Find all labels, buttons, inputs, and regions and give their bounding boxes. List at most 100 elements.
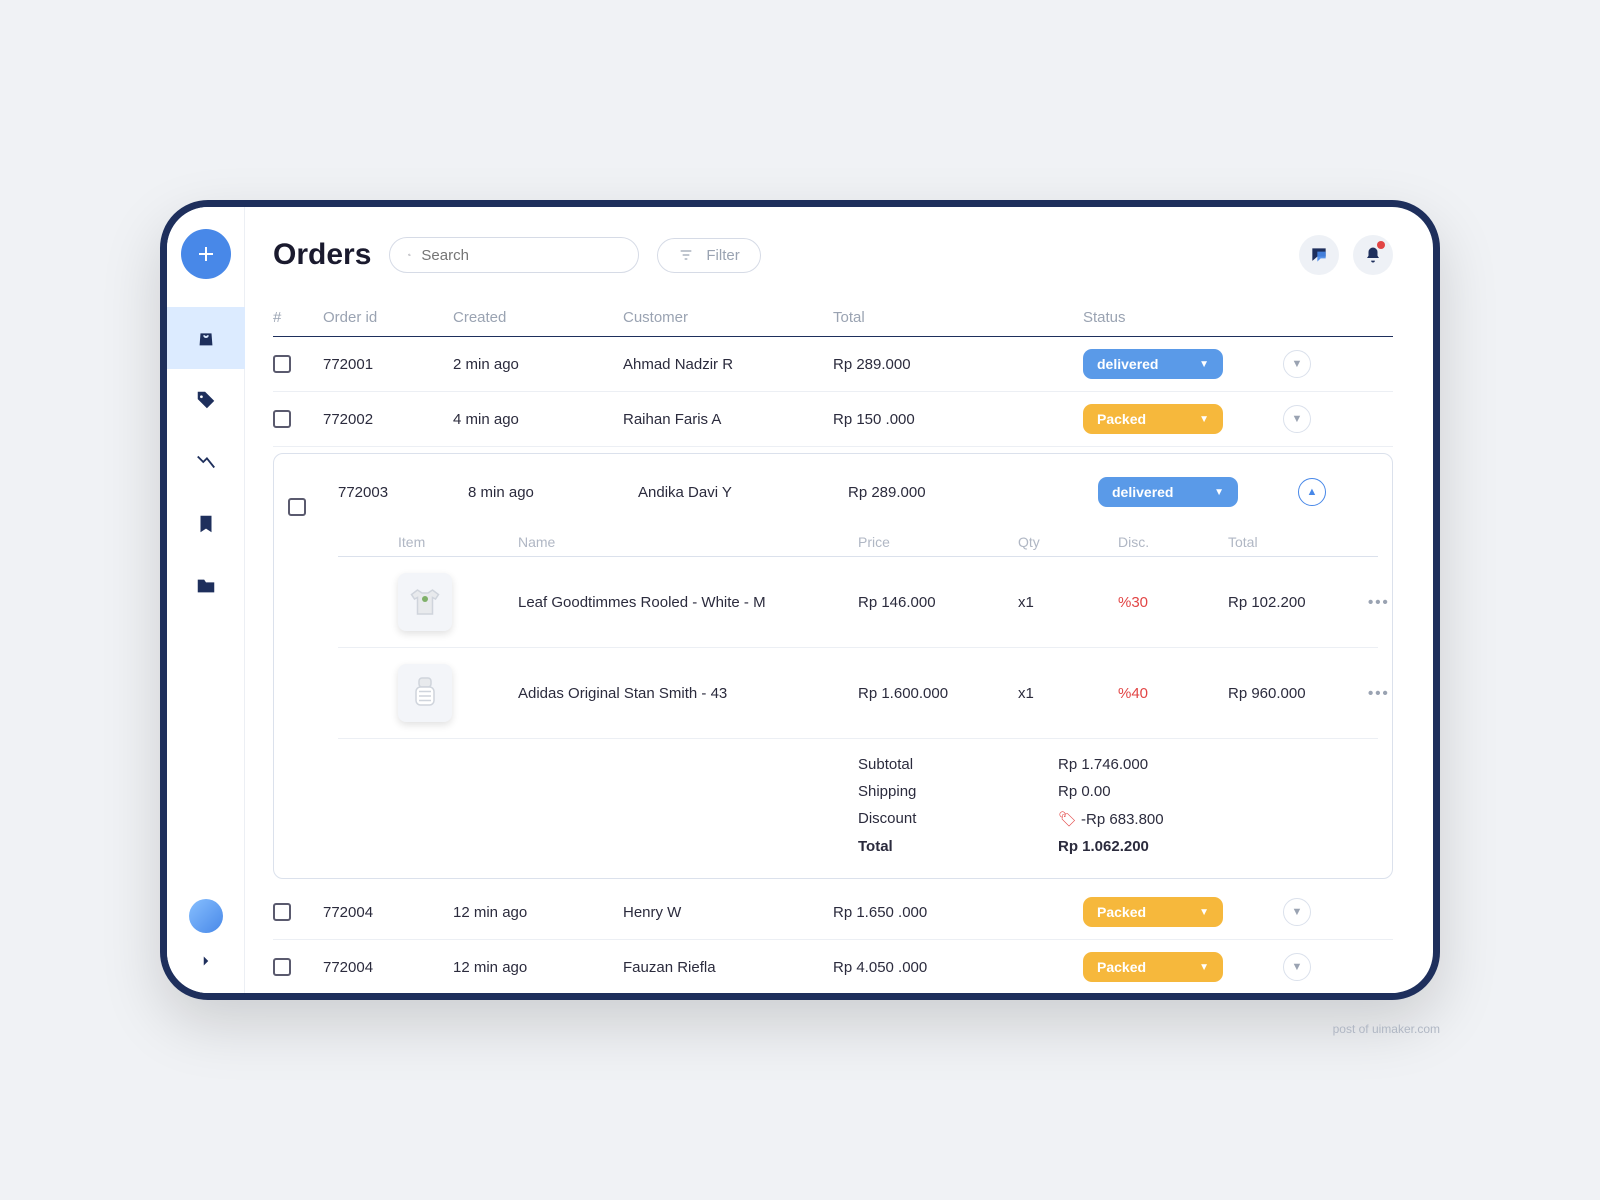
notification-dot-icon: [1377, 241, 1385, 249]
col-created: Created: [453, 309, 623, 326]
discount-tag-icon: 🏷: [1058, 810, 1077, 828]
order-id: 772004: [323, 959, 453, 976]
order-id: 772002: [323, 411, 453, 428]
chevron-down-icon: ▼: [1199, 359, 1209, 370]
expand-row-button[interactable]: ▼: [1283, 405, 1311, 433]
status-pill[interactable]: Packed▼: [1083, 404, 1223, 434]
discount-label: Discount: [858, 810, 1058, 828]
avatar[interactable]: [189, 899, 223, 933]
order-created: 12 min ago: [453, 959, 623, 976]
status-pill[interactable]: delivered▼: [1098, 477, 1238, 507]
col-checkbox: #: [273, 309, 323, 326]
subtotal-value: Rp 1.746.000: [1058, 756, 1258, 773]
chevron-down-icon: ▼: [1214, 487, 1224, 498]
table-header: # Order id Created Customer Total Status: [273, 299, 1393, 337]
order-created: 2 min ago: [453, 356, 623, 373]
expanded-order: 772003 8 min ago Andika Davi Y Rp 289.00…: [273, 453, 1393, 879]
expand-row-button[interactable]: ▼: [1283, 953, 1311, 981]
item-total: Rp 960.000: [1228, 685, 1368, 702]
watermark: post of uimaker.com: [1333, 1022, 1440, 1036]
row-checkbox[interactable]: [273, 903, 291, 921]
collapse-row-button[interactable]: ▲: [1298, 478, 1326, 506]
table-row: 772002 4 min ago Raihan Faris A Rp 150 .…: [273, 392, 1393, 447]
table-row: 772004 12 min ago Henry W Rp 1.650 .000 …: [273, 885, 1393, 940]
dcol-disc: Disc.: [1118, 534, 1228, 550]
order-customer: Andika Davi Y: [638, 484, 848, 501]
order-item-row: Leaf Goodtimmes Rooled - White - M Rp 14…: [338, 557, 1378, 648]
order-item-row: Adidas Original Stan Smith - 43 Rp 1.600…: [338, 648, 1378, 739]
row-checkbox[interactable]: [273, 958, 291, 976]
chevron-down-icon: ▼: [1199, 962, 1209, 973]
topbar: Orders Filter: [273, 235, 1393, 275]
sidebar-item-analytics[interactable]: [167, 431, 245, 493]
status-pill[interactable]: Packed▼: [1083, 952, 1223, 982]
order-id: 772003: [338, 484, 468, 501]
sidebar: [167, 207, 245, 993]
tag-icon: [195, 389, 217, 411]
row-checkbox[interactable]: [288, 498, 306, 516]
col-status: Status: [1083, 309, 1283, 326]
item-disc: %40: [1118, 685, 1228, 702]
expand-sidebar-button[interactable]: [192, 947, 220, 975]
order-total: Rp 289.000: [848, 484, 1098, 501]
dcol-qty: Qty: [1018, 534, 1118, 550]
row-checkbox[interactable]: [273, 355, 291, 373]
item-price: Rp 1.600.000: [858, 685, 1018, 702]
col-customer: Customer: [623, 309, 833, 326]
filter-label: Filter: [706, 247, 739, 264]
order-created: 8 min ago: [468, 484, 638, 501]
product-thumbnail: [398, 664, 452, 722]
item-more-button[interactable]: •••: [1368, 594, 1428, 611]
order-customer: Henry W: [623, 904, 833, 921]
expand-row-button[interactable]: ▼: [1283, 350, 1311, 378]
item-total: Rp 102.200: [1228, 594, 1368, 611]
order-summary: SubtotalRp 1.746.000 ShippingRp 0.00 Dis…: [338, 739, 1378, 860]
chevron-down-icon: ▼: [1199, 907, 1209, 918]
row-checkbox[interactable]: [273, 410, 291, 428]
col-order-id: Order id: [323, 309, 453, 326]
add-button[interactable]: [181, 229, 231, 279]
item-qty: x1: [1018, 685, 1118, 702]
shipping-value: Rp 0.00: [1058, 783, 1258, 800]
sidebar-item-orders[interactable]: [167, 307, 245, 369]
item-name: Leaf Goodtimmes Rooled - White - M: [518, 594, 858, 611]
dcol-price: Price: [858, 534, 1018, 550]
order-id: 772001: [323, 356, 453, 373]
bag-icon: [195, 327, 217, 349]
folder-icon: [195, 575, 217, 597]
expand-row-button[interactable]: ▼: [1283, 898, 1311, 926]
sidebar-item-bookmarks[interactable]: [167, 493, 245, 555]
order-total: Rp 1.650 .000: [833, 904, 1083, 921]
search-input-wrap[interactable]: [389, 237, 639, 273]
item-more-button[interactable]: •••: [1368, 685, 1428, 702]
status-pill[interactable]: Packed▼: [1083, 897, 1223, 927]
total-value: Rp 1.062.200: [1058, 838, 1258, 855]
order-total: Rp 289.000: [833, 356, 1083, 373]
chevron-right-icon: [197, 952, 215, 970]
order-customer: Ahmad Nadzir R: [623, 356, 833, 373]
sidebar-item-files[interactable]: [167, 555, 245, 617]
subtotal-label: Subtotal: [858, 756, 1058, 773]
dcol-total: Total: [1228, 534, 1368, 550]
shipping-label: Shipping: [858, 783, 1058, 800]
chevron-down-icon: ▼: [1199, 414, 1209, 425]
table-row: 772003 8 min ago Andika Davi Y Rp 289.00…: [288, 456, 1378, 528]
dcol-item: Item: [398, 534, 518, 550]
sidebar-item-tags[interactable]: [167, 369, 245, 431]
filter-button[interactable]: Filter: [657, 238, 760, 273]
status-pill[interactable]: delivered▼: [1083, 349, 1223, 379]
product-thumbnail: [398, 573, 452, 631]
search-input[interactable]: [421, 247, 620, 264]
trend-icon: [195, 451, 217, 473]
item-disc: %30: [1118, 594, 1228, 611]
order-customer: Fauzan Riefla: [623, 959, 833, 976]
chat-button[interactable]: [1299, 235, 1339, 275]
plus-icon: [194, 242, 218, 266]
total-label: Total: [858, 838, 1058, 855]
filter-icon: [678, 247, 694, 263]
order-customer: Raihan Faris A: [623, 411, 833, 428]
col-total: Total: [833, 309, 1083, 326]
table-row: 772001 2 min ago Ahmad Nadzir R Rp 289.0…: [273, 337, 1393, 392]
notifications-button[interactable]: [1353, 235, 1393, 275]
item-price: Rp 146.000: [858, 594, 1018, 611]
